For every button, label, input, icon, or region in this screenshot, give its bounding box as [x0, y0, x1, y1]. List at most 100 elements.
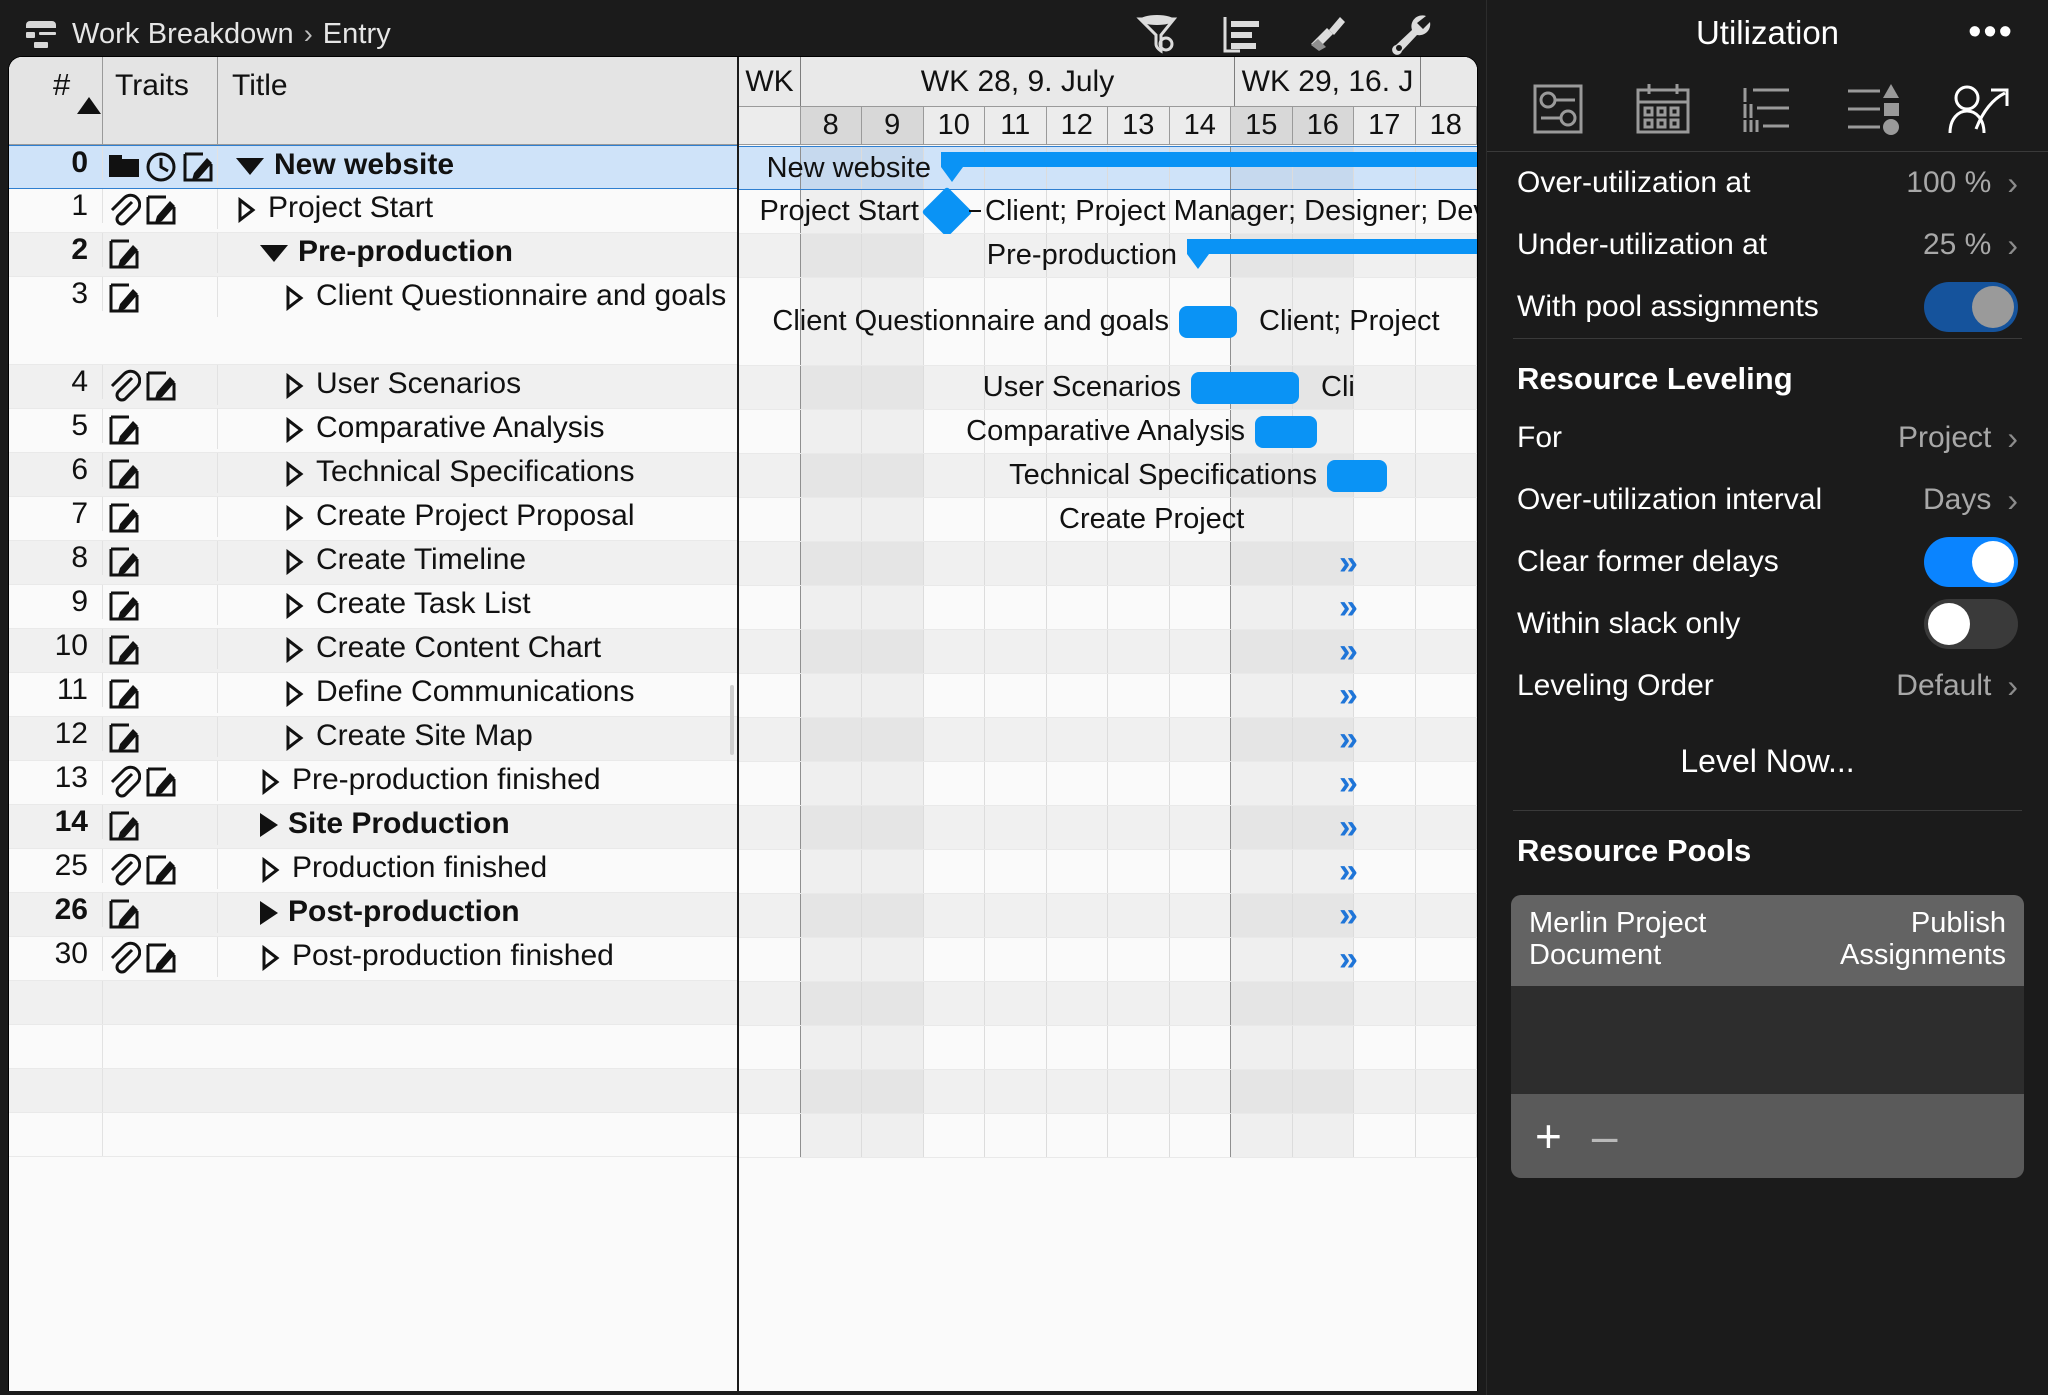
gantt-row[interactable]: Create Project — [739, 498, 1477, 542]
gantt-task-bar[interactable] — [1255, 416, 1317, 448]
notes-icon[interactable] — [181, 150, 215, 186]
disclosure-triangle[interactable] — [260, 761, 282, 803]
disclosure-triangle[interactable] — [284, 585, 306, 627]
table-row[interactable]: 8 Create Timeline — [9, 541, 737, 585]
notes-icon[interactable] — [144, 941, 178, 977]
gantt-row[interactable]: Project Start Client; Project Manager; De… — [739, 186, 1477, 238]
gantt-scroll-to-task-chevron[interactable]: » — [1339, 808, 1358, 847]
gantt-scroll-to-task-chevron[interactable]: » — [1339, 588, 1358, 627]
disclosure-triangle[interactable] — [260, 813, 278, 837]
gantt-row[interactable]: » — [739, 850, 1477, 894]
notes-icon[interactable] — [107, 897, 141, 933]
level-now-button[interactable]: Level Now... — [1487, 717, 2048, 810]
gantt-scroll-to-task-chevron[interactable]: » — [1339, 852, 1358, 891]
inspector-row[interactable]: With pool assignments — [1487, 276, 2048, 338]
gantt-row[interactable]: » — [739, 894, 1477, 938]
inspector-row[interactable]: Leveling Order Default › — [1487, 655, 2048, 717]
gantt-row[interactable]: New website — [739, 146, 1477, 190]
table-row[interactable]: 12 Create Site Map — [9, 717, 737, 761]
table-row[interactable]: 5 Comparative Analysis — [9, 409, 737, 453]
table-row[interactable]: 2 Pre-production — [9, 233, 737, 277]
chevron-right-icon[interactable]: › — [2007, 484, 2018, 516]
toggle-switch[interactable] — [1924, 599, 2018, 649]
disclosure-triangle[interactable] — [284, 277, 306, 319]
gantt-row[interactable]: » — [739, 542, 1477, 586]
table-row[interactable]: 3 Client Questionnaire and goals — [9, 277, 737, 365]
attachment-icon[interactable] — [107, 765, 141, 801]
table-row[interactable]: 7 Create Project Proposal — [9, 497, 737, 541]
inspector-row[interactable]: Over-utilization at 100 % › — [1487, 152, 2048, 214]
gantt-milestone[interactable] — [921, 186, 973, 238]
gantt-row[interactable]: User Scenarios Cli — [739, 366, 1477, 410]
notes-icon[interactable] — [107, 589, 141, 625]
inspector-row[interactable]: Over-utilization interval Days › — [1487, 469, 2048, 531]
notes-icon[interactable] — [107, 721, 141, 757]
toggle-switch[interactable] — [1924, 282, 2018, 332]
gantt-scroll-to-task-chevron[interactable]: » — [1339, 896, 1358, 935]
notes-icon[interactable] — [107, 809, 141, 845]
resource-pool-row[interactable]: Merlin Project Document Publish Assignmen… — [1511, 895, 2024, 986]
table-row[interactable]: 30 Post-production finished — [9, 937, 737, 981]
table-row[interactable]: 26 Post-production — [9, 893, 737, 937]
chevron-right-icon[interactable]: › — [2007, 229, 2018, 261]
table-row[interactable]: 13 Pre-production finished — [9, 761, 737, 805]
tab-settings-sliders[interactable] — [1518, 77, 1598, 141]
gantt-row[interactable]: » — [739, 806, 1477, 850]
notes-icon[interactable] — [107, 413, 141, 449]
disclosure-triangle[interactable] — [260, 849, 282, 891]
inspector-row[interactable]: For Project › — [1487, 407, 2048, 469]
column-header-traits[interactable]: Traits — [103, 57, 218, 144]
column-header-title[interactable]: Title — [218, 57, 737, 144]
gantt-row[interactable]: Technical Specifications — [739, 454, 1477, 498]
disclosure-triangle[interactable] — [284, 409, 306, 451]
breadcrumb-root[interactable]: Work Breakdown — [72, 18, 294, 51]
attachment-icon[interactable] — [107, 853, 141, 889]
disclosure-triangle[interactable] — [236, 158, 264, 175]
gantt-row[interactable]: » — [739, 674, 1477, 718]
inspector-row[interactable]: Clear former delays — [1487, 531, 2048, 593]
overflow-menu-icon[interactable]: ••• — [1968, 13, 2014, 51]
table-row[interactable]: 1 Project Start — [9, 189, 737, 233]
gantt-scroll-to-task-chevron[interactable]: » — [1339, 764, 1358, 803]
notes-icon[interactable] — [107, 281, 141, 317]
disclosure-triangle[interactable] — [284, 541, 306, 583]
disclosure-triangle[interactable] — [236, 189, 258, 231]
disclosure-triangle[interactable] — [284, 365, 306, 407]
disclosure-triangle[interactable] — [284, 497, 306, 539]
notes-icon[interactable] — [107, 633, 141, 669]
table-row[interactable]: 0 New website — [9, 145, 737, 189]
gantt-task-bar[interactable] — [1179, 306, 1237, 338]
tab-outline-list[interactable] — [1728, 77, 1808, 141]
gantt-row[interactable]: » — [739, 586, 1477, 630]
column-header-number[interactable]: # — [9, 57, 103, 144]
gantt-task-bar[interactable] — [1327, 460, 1387, 492]
gantt-row[interactable]: Client Questionnaire and goals Client; Pr… — [739, 278, 1477, 366]
wrench-icon[interactable] — [1372, 6, 1446, 62]
gantt-scroll-to-task-chevron[interactable]: » — [1339, 676, 1358, 715]
notes-icon[interactable] — [107, 545, 141, 581]
tab-resource-person[interactable] — [1938, 77, 2018, 141]
chevron-right-icon[interactable]: › — [2007, 670, 2018, 702]
table-row[interactable]: 6 Technical Specifications — [9, 453, 737, 497]
notes-icon[interactable] — [107, 457, 141, 493]
chevron-right-icon[interactable]: › — [2007, 422, 2018, 454]
gantt-row[interactable]: » — [739, 718, 1477, 762]
notes-icon[interactable] — [107, 677, 141, 713]
table-row[interactable]: 4 User Scenarios — [9, 365, 737, 409]
notes-icon[interactable] — [144, 853, 178, 889]
tab-calendar[interactable] — [1623, 77, 1703, 141]
gantt-row[interactable]: » — [739, 938, 1477, 982]
table-row[interactable]: 10 Create Content Chart — [9, 629, 737, 673]
gantt-scroll-to-task-chevron[interactable]: » — [1339, 544, 1358, 583]
gantt-row[interactable]: Comparative Analysis — [739, 410, 1477, 454]
notes-icon[interactable] — [144, 765, 178, 801]
disclosure-triangle[interactable] — [260, 901, 278, 925]
resource-pools-empty-area[interactable] — [1511, 985, 2024, 1094]
notes-icon[interactable] — [107, 237, 141, 273]
disclosure-triangle[interactable] — [284, 629, 306, 671]
toggle-switch[interactable] — [1924, 537, 2018, 587]
outline-icon[interactable] — [1204, 6, 1278, 62]
inspector-row[interactable]: Within slack only — [1487, 593, 2048, 655]
filter-icon[interactable] — [1120, 6, 1194, 62]
gantt-summary-bar[interactable] — [1187, 239, 1477, 269]
